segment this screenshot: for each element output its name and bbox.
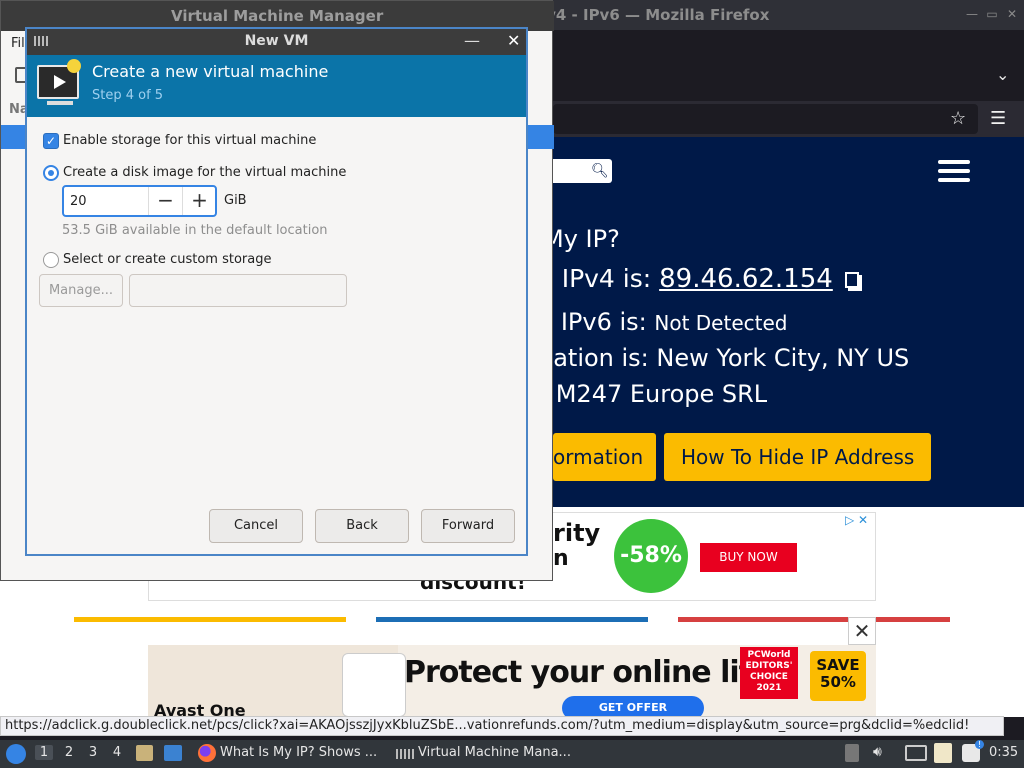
disk-size-input[interactable] (70, 194, 148, 209)
workspace-4[interactable]: 4 (108, 745, 126, 760)
menu-file[interactable]: Fil (11, 36, 25, 51)
more-information-button[interactable]: ormation (553, 433, 656, 481)
notification-icon[interactable] (962, 740, 984, 762)
file-manager-icon[interactable] (136, 745, 153, 761)
dialog-titlebar: New VM — ✕ (27, 29, 526, 55)
ad-banner-bottom[interactable]: Protect your online life GET OFFER PCWor… (148, 645, 876, 717)
dialog-title: New VM (244, 33, 309, 49)
address-bar[interactable] (553, 104, 978, 134)
workspace-3[interactable]: 3 (84, 745, 102, 760)
ad-text-line2: n (553, 546, 569, 571)
isp-line: : M247 Europe SRL (540, 380, 768, 408)
close-icon[interactable]: ✕ (1004, 6, 1020, 22)
create-disk-radio[interactable] (43, 165, 59, 181)
taskbar: 1 2 3 4 What Is My IP? Shows ... Virtual… (0, 740, 1024, 768)
disk-size-unit: GiB (224, 193, 247, 208)
clipboard-icon[interactable] (934, 743, 952, 763)
minimize-icon[interactable]: — (964, 6, 980, 22)
ad-award-badge: PCWorld EDITORS' CHOICE 2021 (740, 647, 798, 699)
custom-storage-radio[interactable] (43, 252, 59, 268)
ad-phone-image (342, 653, 406, 717)
hide-ip-button[interactable]: How To Hide IP Address (664, 433, 931, 481)
ad-save-badge: SAVE 50% (810, 651, 866, 701)
ad-get-offer-button[interactable]: GET OFFER (562, 696, 704, 717)
wizard-header: Create a new virtual machine Step 4 of 5 (27, 55, 526, 117)
vmm-icon (396, 749, 414, 759)
taskbar-item-firefox[interactable]: What Is My IP? Shows ... (194, 740, 386, 768)
ad-text-line1: rity (553, 519, 601, 547)
ad-discount-badge: -58% (614, 519, 688, 593)
show-desktop-icon[interactable] (164, 745, 182, 761)
ad-buy-now-button[interactable]: BUY NOW (700, 543, 797, 572)
close-ad-icon[interactable]: ✕ (848, 617, 876, 645)
location-line: cation is: New York City, NY US (540, 344, 910, 372)
increment-icon[interactable]: + (182, 187, 216, 215)
workspace-1[interactable]: 1 (35, 745, 53, 760)
ad-brand-logo: Avast One (154, 701, 246, 717)
cancel-button[interactable]: Cancel (209, 509, 303, 543)
ipv4-value[interactable]: 89.46.62.154 (659, 264, 833, 294)
hamburger-menu-icon[interactable]: ☰ (990, 108, 1006, 129)
ipv6-line: c IPv6 is: Not Detected (540, 308, 787, 336)
clock[interactable]: 0:35 (989, 745, 1018, 760)
create-disk-label[interactable]: Create a disk image for the virtual mach… (63, 165, 346, 180)
section-stripe-red (678, 617, 950, 622)
disk-size-spinner[interactable]: − + (62, 185, 217, 217)
link-status-bar: https://adclick.g.doubleclick.net/pcs/cl… (0, 716, 1004, 736)
ad-choices-icon[interactable]: ▷ ✕ (845, 513, 868, 527)
close-icon[interactable]: ✕ (507, 31, 520, 50)
ipv4-line: c IPv4 is: 89.46.62.154 (540, 264, 859, 294)
enable-storage-checkbox[interactable]: ✓ (43, 133, 59, 149)
search-icon[interactable]: 🔍︎ (591, 163, 609, 179)
vmm-window-title: Virtual Machine Manager (171, 7, 384, 25)
copy-icon[interactable] (844, 272, 859, 288)
list-all-tabs-chevron-icon[interactable]: ⌄ (996, 65, 1009, 84)
bookmark-star-icon[interactable]: ☆ (950, 108, 966, 129)
new-vm-dialog: New VM — ✕ Create a new virtual machine … (25, 27, 528, 556)
custom-storage-path-input[interactable] (129, 274, 347, 307)
start-menu-icon[interactable] (6, 744, 26, 764)
network-icon[interactable] (905, 745, 927, 761)
forward-button[interactable]: Forward (421, 509, 515, 543)
ad-headline: Protect your online life (404, 655, 771, 690)
ip-question: My IP? (543, 225, 620, 253)
firefox-icon (198, 744, 216, 762)
wizard-heading: Create a new virtual machine (92, 62, 329, 81)
new-vm-monitor-icon (37, 59, 81, 105)
ipv6-label: c IPv6 is: (540, 308, 655, 336)
custom-storage-label[interactable]: Select or create custom storage (63, 252, 271, 267)
workspace-2[interactable]: 2 (60, 745, 78, 760)
taskbar-item-vmm[interactable]: Virtual Machine Mana... (392, 740, 592, 768)
minimize-icon[interactable]: — (464, 31, 480, 50)
section-stripe-blue (376, 617, 648, 622)
volume-icon[interactable]: 🔊︎ (873, 744, 882, 760)
enable-storage-label[interactable]: Enable storage for this virtual machine (63, 133, 316, 148)
section-stripe-yellow (74, 617, 346, 622)
tray-device-icon[interactable] (845, 744, 859, 762)
taskbar-item-firefox-label: What Is My IP? Shows ... (220, 745, 378, 760)
taskbar-item-vmm-label: Virtual Machine Mana... (418, 745, 571, 760)
wizard-step: Step 4 of 5 (92, 88, 164, 103)
manage-button[interactable]: Manage... (39, 274, 123, 307)
site-menu-icon[interactable] (938, 160, 970, 182)
available-space-label: 53.5 GiB available in the default locati… (62, 223, 328, 238)
ipv4-label: c IPv4 is: (540, 264, 660, 293)
ipv6-value: Not Detected (654, 311, 788, 335)
decrement-icon[interactable]: − (148, 187, 182, 215)
maximize-icon[interactable]: ▭ (984, 6, 1000, 22)
back-button[interactable]: Back (315, 509, 409, 543)
